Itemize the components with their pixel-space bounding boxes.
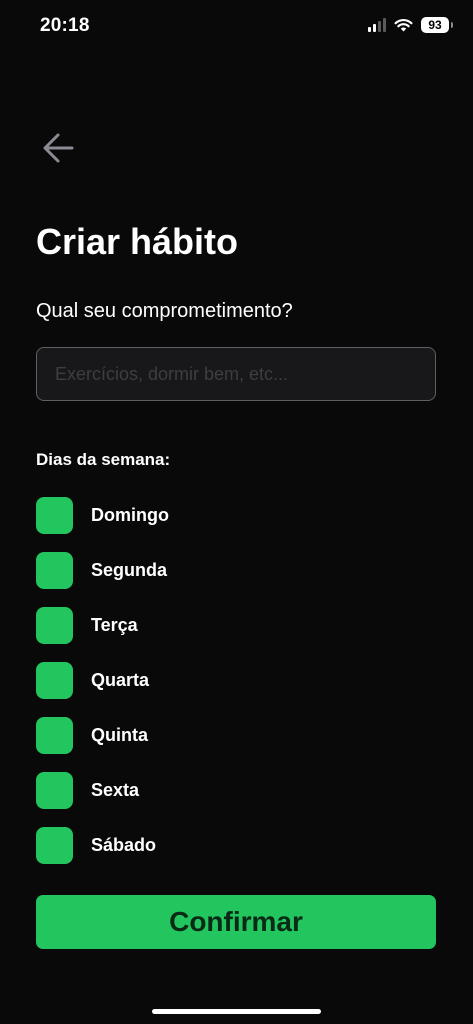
days-list: Domingo Segunda Terça Quarta Quinta Sext… [36,497,416,882]
battery-icon: 93 [421,17,453,33]
day-checkbox[interactable] [36,717,73,754]
day-label: Quinta [91,725,148,745]
day-label: Terça [91,615,138,635]
commitment-label: Qual seu comprometimento? [36,300,293,322]
status-icons: 93 [368,17,453,33]
day-checkbox[interactable] [36,607,73,644]
day-checkbox[interactable] [36,772,73,809]
day-checkbox[interactable] [36,662,73,699]
day-item-terca[interactable]: Terça [36,607,416,644]
day-checkbox[interactable] [36,827,73,864]
confirm-button[interactable]: Confirmar [36,895,436,949]
signal-icon [368,18,386,32]
day-label: Sábado [91,835,157,855]
day-label: Quarta [91,670,150,690]
day-checkbox[interactable] [36,552,73,589]
status-bar: 20:18 93 [0,0,473,52]
wifi-icon [394,19,413,32]
status-time: 20:18 [40,15,90,36]
day-item-sabado[interactable]: Sábado [36,827,416,864]
day-checkbox[interactable] [36,497,73,534]
battery-level: 93 [428,18,442,32]
back-button[interactable] [36,126,80,170]
home-indicator[interactable] [152,1009,321,1014]
page-title: Criar hábito [36,221,239,262]
day-item-segunda[interactable]: Segunda [36,552,416,589]
day-item-quinta[interactable]: Quinta [36,717,416,754]
day-item-quarta[interactable]: Quarta [36,662,416,699]
commitment-input[interactable] [36,347,436,401]
day-item-domingo[interactable]: Domingo [36,497,416,534]
days-label: Dias da semana: [36,450,171,469]
day-label: Segunda [91,560,168,580]
day-label: Sexta [91,780,140,800]
day-label: Domingo [91,505,169,525]
arrow-left-icon [43,133,74,163]
day-item-sexta[interactable]: Sexta [36,772,416,809]
